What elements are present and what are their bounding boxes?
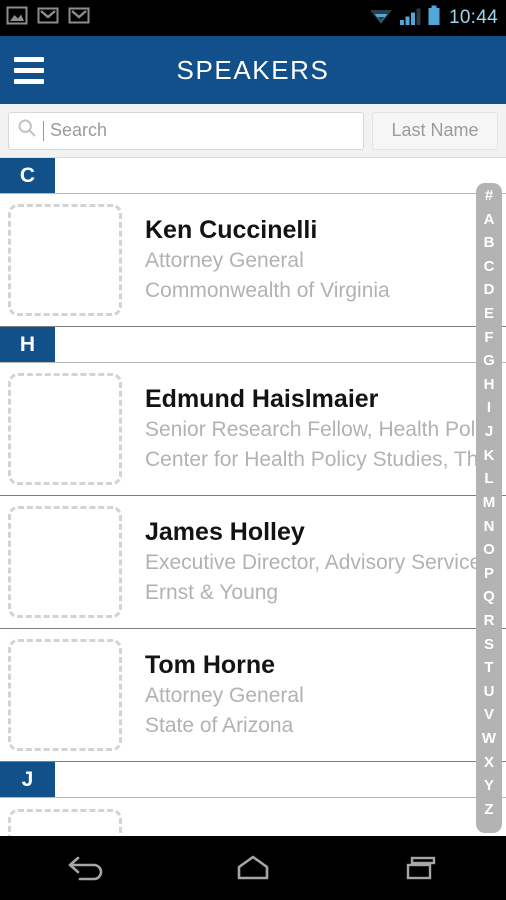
speaker-name: Edmund Haislmaier (145, 385, 379, 414)
alphabet-index-letter[interactable]: A (484, 212, 495, 227)
alphabet-index-letter[interactable]: F (484, 330, 493, 345)
speaker-organization: Center for Health Policy Studies, The... (145, 448, 502, 471)
speaker-info: Edmund Haislmaier Senior Research Fellow,… (122, 383, 506, 475)
app-root: 10:44 SPEAKERS Search Last Name C Ken Cuc… (0, 0, 506, 900)
sort-by-last-name-button[interactable]: Last Name (372, 111, 498, 150)
alphabet-index-letter[interactable]: L (484, 471, 493, 486)
speaker-title: Attorney General (145, 249, 304, 273)
speaker-organization: Commonwealth of Virginia (145, 279, 390, 302)
section-header-spacer (55, 327, 506, 362)
speaker-name: Ken Cuccinelli (145, 216, 318, 245)
speaker-organization: Ernst & Young (145, 581, 279, 604)
alphabet-index-letter[interactable]: V (484, 707, 494, 722)
section-header-letter: J (0, 762, 55, 797)
alphabet-index-letter[interactable]: W (482, 731, 496, 746)
hamburger-bar (14, 78, 44, 84)
speaker-name: Tom Horne (145, 651, 276, 680)
alphabet-index-letter[interactable]: C (484, 259, 495, 274)
gmail-icon (37, 5, 59, 32)
avatar-placeholder (8, 204, 122, 316)
status-bar-clock: 10:44 (448, 7, 498, 28)
section-header-spacer (55, 158, 506, 193)
status-bar-notifications (6, 5, 90, 32)
section-header: J (0, 762, 506, 798)
search-row: Search Last Name (0, 104, 506, 158)
back-icon[interactable] (29, 836, 139, 900)
speaker-title: Senior Research Fellow, Health Policy... (145, 418, 502, 442)
avatar-placeholder (8, 373, 122, 485)
search-placeholder: Search (50, 120, 108, 140)
section-header-spacer (55, 762, 506, 797)
section-header: H (0, 327, 506, 363)
speaker-list-item[interactable]: Tom Horne Attorney General State of Arizon… (0, 629, 506, 762)
section-header: C (0, 158, 506, 194)
speaker-info: Tom Horne Attorney General State of Arizon… (122, 649, 506, 741)
alphabet-index-scrollbar[interactable]: # A B C D E F G H I J K L M N O P Q R S T U V W X Y Z (476, 183, 502, 833)
text-caret (43, 120, 44, 141)
cell-signal-icon (399, 6, 421, 31)
speaker-title: Executive Director, Advisory Services (145, 551, 492, 575)
avatar-placeholder (8, 506, 122, 618)
alphabet-index-letter[interactable]: Z (484, 802, 493, 817)
alphabet-index-letter[interactable]: R (484, 613, 495, 628)
speaker-organization: State of Arizona (145, 714, 294, 737)
wifi-icon (369, 6, 393, 31)
gmail-icon (68, 5, 90, 32)
section-header-letter: H (0, 327, 55, 362)
speaker-list-item[interactable]: Ken Cuccinelli Attorney General Commonweal… (0, 194, 506, 327)
android-nav-bar (0, 836, 506, 900)
status-bar: 10:44 (0, 0, 506, 36)
alphabet-index-letter[interactable]: S (484, 637, 494, 652)
recents-icon[interactable] (367, 836, 477, 900)
speaker-info: Ken Cuccinelli Attorney General Commonweal… (122, 214, 506, 306)
alphabet-index-letter[interactable]: E (484, 306, 494, 321)
speaker-info: James Holley Executive Director, Advisory… (122, 516, 506, 608)
speaker-title: Attorney General (145, 684, 304, 708)
search-input[interactable]: Search (8, 111, 364, 150)
speaker-list-item[interactable]: James Holley Executive Director, Advisory… (0, 496, 506, 629)
hamburger-icon[interactable] (0, 36, 58, 104)
alphabet-index-letter[interactable]: J (485, 424, 493, 439)
speaker-list-item[interactable]: Christa Jacqmin (0, 798, 506, 836)
speaker-list-item[interactable]: Edmund Haislmaier Senior Research Fellow,… (0, 363, 506, 496)
alphabet-index-letter[interactable]: N (484, 519, 495, 534)
alphabet-index-letter[interactable]: K (484, 448, 495, 463)
alphabet-index-letter[interactable]: I (487, 400, 491, 415)
status-bar-system: 10:44 (369, 5, 498, 32)
home-icon[interactable] (198, 836, 308, 900)
alphabet-index-letter[interactable]: Q (483, 589, 495, 604)
page-title: SPEAKERS (176, 54, 330, 85)
avatar-placeholder (8, 808, 122, 836)
avatar-placeholder (8, 639, 122, 751)
speaker-list[interactable]: C Ken Cuccinelli Attorney General Commonwea… (0, 158, 506, 836)
alphabet-index-letter[interactable]: P (484, 566, 494, 581)
alphabet-index-letter[interactable]: U (484, 684, 495, 699)
alphabet-index-letter[interactable]: M (483, 495, 496, 510)
search-icon (17, 118, 37, 143)
image-icon (6, 5, 28, 32)
alphabet-index-letter[interactable]: X (484, 755, 494, 770)
action-bar: SPEAKERS (0, 36, 506, 104)
alphabet-index-letter[interactable]: Y (484, 778, 494, 793)
alphabet-index-letter[interactable]: O (483, 542, 495, 557)
hamburger-bar (14, 67, 44, 73)
section-header-letter: C (0, 158, 55, 193)
hamburger-bar (14, 56, 44, 62)
alphabet-index-letter[interactable]: G (483, 353, 495, 368)
alphabet-index-letter[interactable]: B (484, 235, 495, 250)
battery-icon (427, 5, 441, 32)
speaker-name: James Holley (145, 518, 305, 547)
alphabet-index-letter[interactable]: # (485, 188, 493, 203)
alphabet-index-letter[interactable]: T (484, 660, 493, 675)
alphabet-index-letter[interactable]: D (484, 282, 495, 297)
alphabet-index-letter[interactable]: H (484, 377, 495, 392)
